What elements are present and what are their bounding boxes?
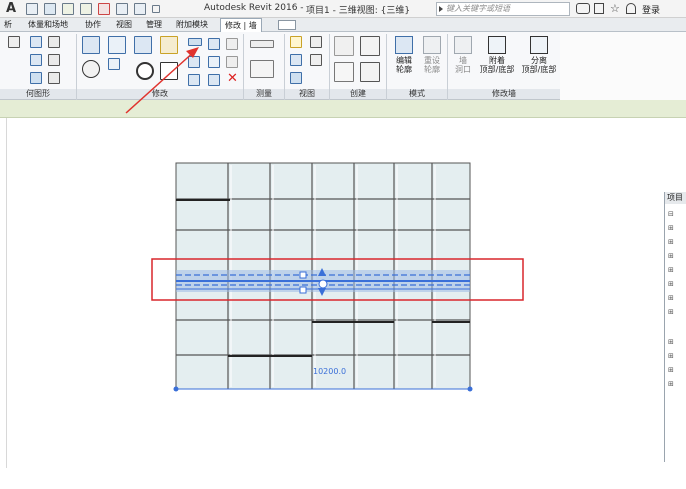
browser-tree-item[interactable]: ⊞ <box>668 366 682 374</box>
browser-tree-item[interactable]: ⊞ <box>668 280 682 288</box>
browser-tree-item[interactable]: ⊞ <box>668 266 682 274</box>
browser-tree-item[interactable]: ⊟ <box>668 210 682 218</box>
browser-tree-item[interactable]: ⊞ <box>668 252 682 260</box>
curtain-wall-view[interactable] <box>0 0 686 489</box>
dimension-text[interactable]: 10200.0 <box>313 367 346 376</box>
browser-tree-item[interactable]: ⊞ <box>668 352 682 360</box>
project-browser-title: 项目 <box>665 192 686 204</box>
browser-tree-item[interactable]: ⊞ <box>668 308 682 316</box>
project-browser <box>664 192 686 462</box>
browser-tree-item[interactable]: ⊞ <box>668 380 682 388</box>
browser-tree-item[interactable]: ⊞ <box>668 294 682 302</box>
browser-tree-item[interactable]: ⊞ <box>668 338 682 346</box>
browser-tree-item[interactable]: ⊞ <box>668 224 682 232</box>
annotation-arrow <box>125 47 199 114</box>
browser-tree-item[interactable]: ⊞ <box>668 238 682 246</box>
